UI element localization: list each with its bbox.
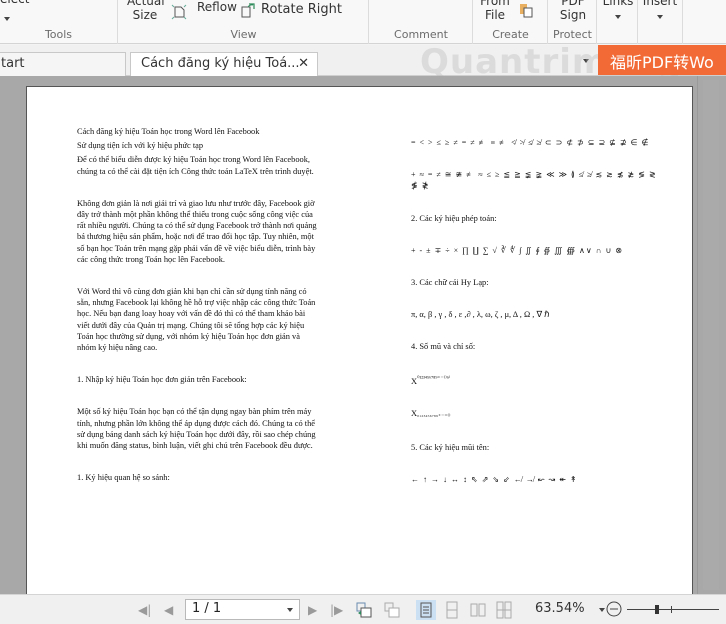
close-tab-icon[interactable]: ✕ [298,56,309,71]
ribbon-group-links: Links [598,0,638,44]
subscript-row: X₀₁₂₃₄₅₆₇₈₉₊₋₌₍₎ [411,408,661,421]
doc-heading: 3. Các chữ cái Hy Lạp: [411,278,489,288]
doc-heading: 1. Nhập ký hiệu Toán học đơn giản trên F… [77,375,247,385]
reflow-icon [171,4,187,20]
select-dropdown[interactable] [4,10,10,24]
doc-heading: 4. Số mũ và chỉ số: [411,342,476,352]
group-label-protect: Protect [553,28,592,41]
chevron-down-icon [657,15,663,19]
document-viewer[interactable]: Cách đăng ký hiệu Toán học trong Word lê… [0,76,697,594]
rotate-right-label: Rotate Right [261,2,342,17]
doc-paragraph: Với Word thì vô cùng đơn giản khi bạn ch… [77,287,316,353]
chevron-down-icon[interactable] [287,608,293,612]
continuous-page-icon [446,601,458,619]
links-label: Links [602,0,634,8]
last-page-icon[interactable]: |▶ [330,603,343,617]
from-file-bottom: File [484,8,506,22]
pdf-sign-top: PDF [561,0,585,8]
tab-start[interactable]: tart [0,52,126,76]
arrow-symbols: ← ↑ → ↓ ↔ ↕ ⇖ ⇗ ⇘ ⇙ ↚ ↛ ↜ ↝ ↞ ↟ [411,475,578,485]
pdf-sign-bottom: Sign [559,8,587,22]
pdf-reader-window: elect Tools Actual Size Reflow Rotate Ri… [0,0,726,624]
doc-title: Cách đăng ký hiệu Toán học trong Word lê… [77,127,260,136]
operator-symbols: + - ± ∓ ÷ × ∏ ∐ ∑ √ ∛ ∜ ∫ ∬ ∮ ∯ ∭ ∰ ∧∨ ∩… [411,245,624,255]
actual-size-button[interactable]: Actual Size [127,0,165,22]
reflow-label: Reflow [197,0,237,14]
doc-paragraph: Một số ký hiệu Toán học bạn có thể tận d… [77,407,316,451]
status-bar: ◀| ◀ 1 / 1 ▶ |▶ 63.54% [0,594,726,624]
facing-view-button[interactable] [468,600,488,620]
tab-start-label: tart [1,56,25,71]
select-label: elect [0,0,29,6]
zoom-level[interactable]: 63.54% [535,601,585,616]
subscript-digits: ₀₁₂₃₄₅₆₇₈₉₊₋₌₍₎ [417,411,451,418]
links-button[interactable]: Links [601,0,635,22]
first-page-icon[interactable]: ◀| [138,603,151,617]
page-number-value: 1 / 1 [192,601,222,616]
promo-banner[interactable]: 福昕PDF转Wo [598,45,726,75]
zoom-out-icon[interactable] [606,601,622,617]
doc-paragraph: Không đơn giản là nơi giải trí và giao l… [77,198,317,264]
pdf-page: Cách đăng ký hiệu Toán học trong Word lê… [26,86,693,594]
slider-tick [671,606,672,613]
clipboard-icon[interactable] [518,2,534,18]
chevron-down-icon [4,17,10,21]
actual-size-top: Actual [127,0,165,8]
previous-view-icon[interactable] [355,601,373,619]
doc-heading: 5. Các ký hiệu mũi tên: [411,442,490,452]
ribbon: elect Tools Actual Size Reflow Rotate Ri… [0,0,726,44]
left-column: Cách đăng ký hiệu Toán học trong Word lê… [77,126,317,486]
ribbon-group-protect: PDF Sign Protect [549,0,597,44]
insert-label: Insert [642,0,678,8]
group-label-tools: Tools [44,28,73,41]
from-file-button[interactable]: From File [480,0,510,22]
superscript-digits: ⁰¹²³⁴⁵⁶⁷⁸⁹⁺⁻⁽⁾ⁿⁱ [417,375,450,382]
previous-page-icon[interactable]: ◀ [164,603,173,617]
actual-size-bottom: Size [132,8,158,22]
tab-document[interactable]: Cách đăng ký hiệu Toá... ✕ [130,52,318,76]
facing-page-icon [470,603,486,617]
tab-list-dropdown-icon[interactable] [583,59,589,63]
next-view-icon[interactable] [383,601,401,619]
continuous-view-button[interactable] [442,600,462,620]
doc-heading: 1. Ký hiệu quan hệ so sánh: [77,473,170,483]
ribbon-group-comment: Comment [370,0,473,44]
group-label-create: Create [492,28,529,41]
single-page-icon [420,602,432,618]
greek-letters: π, α, β , γ , δ , ε ,∂ , λ, ω, ζ , μ, Δ … [411,310,550,320]
zoom-slider[interactable] [627,605,719,614]
from-file-top: From [480,0,510,8]
ribbon-group-create: From File Create [474,0,548,44]
zoom-slider-knob[interactable] [655,605,659,614]
doc-paragraph: Để có thể biểu diễn được ký hiệu Toán họ… [77,155,314,176]
doc-subtitle: Sử dụng tiện ích với ký hiệu phức tạp [77,141,204,151]
rotate-right-icon [241,3,255,18]
comparison-symbols-1: = < > ≤ ≥ ≠ = ≠ ≢ ≡ ≢ ≮ ≯ ≰ ≱ ⊂ ⊃ ⊄ ⊅ ⊆ … [411,138,650,147]
ribbon-group-insert: Insert [639,0,683,44]
ribbon-group-view: Actual Size Reflow Rotate Right View [119,0,369,44]
superscript-row: X⁰¹²³⁴⁵⁶⁷⁸⁹⁺⁻⁽⁾ⁿⁱ [411,374,661,387]
doc-heading: 2. Các ký hiệu phép toán: [411,213,497,223]
vertical-scrollbar[interactable] [697,76,726,594]
insert-button[interactable]: Insert [641,0,679,22]
group-label-view: View [230,28,257,41]
chevron-down-icon [615,15,621,19]
continuous-facing-icon [496,601,512,619]
reflow-button[interactable]: Reflow [171,0,237,20]
single-page-view-button[interactable] [416,600,436,620]
comparison-symbols-2: + ≈ = ≠ ≅ ≇ ≢ ≈ ≤ ≥ ≦ ≧ ≨ ≩ ≪ ≫ ≬ ≰ ≱ ≲ … [411,170,657,191]
select-button[interactable]: elect [0,0,29,6]
next-page-icon[interactable]: ▶ [308,603,317,617]
ribbon-group-tools: elect Tools [0,0,118,44]
continuous-facing-view-button[interactable] [494,600,514,620]
scrollbar-thumb[interactable] [703,80,719,590]
page-number-field[interactable]: 1 / 1 [185,599,300,620]
group-label-comment: Comment [394,28,448,41]
tab-document-label: Cách đăng ký hiệu Toá... [141,56,300,71]
pdf-sign-button[interactable]: PDF Sign [555,0,591,22]
right-column: = < > ≤ ≥ ≠ = ≠ ≢ ≡ ≢ ≮ ≯ ≰ ≱ ⊂ ⊃ ⊄ ⊅ ⊆ … [411,137,661,488]
zoom-dropdown-icon[interactable] [599,608,605,612]
rotate-right-button[interactable]: Rotate Right [241,2,342,18]
